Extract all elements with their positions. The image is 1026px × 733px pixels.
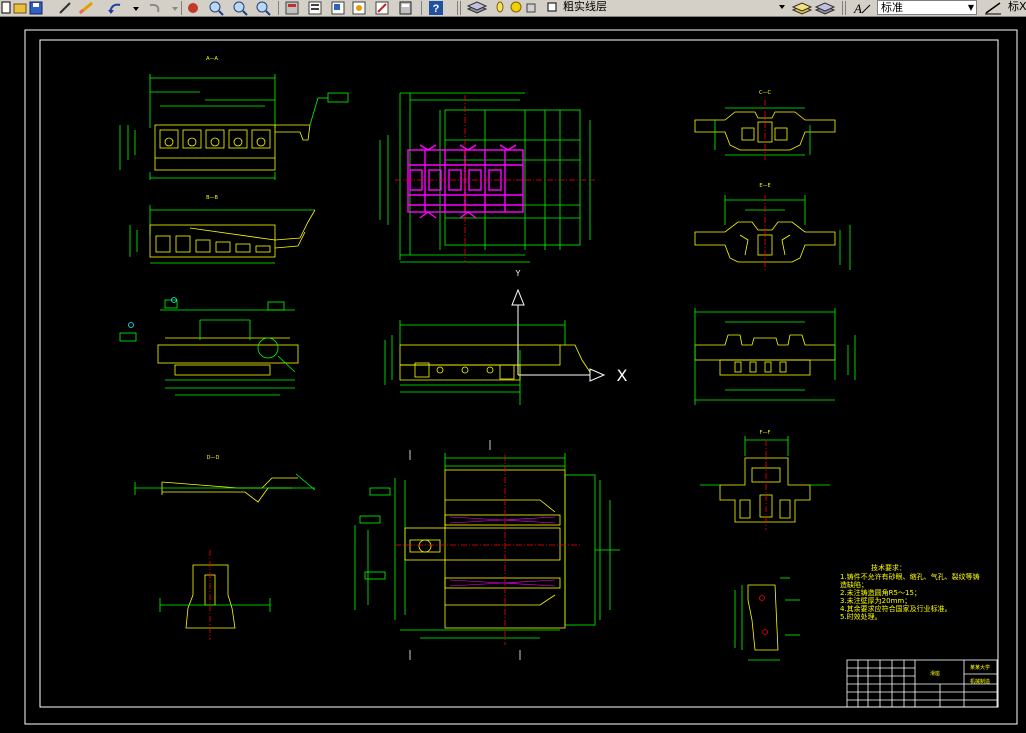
- section-bb-view: B—B: [129, 195, 316, 264]
- pan-icon[interactable]: [188, 3, 198, 13]
- dim-style-combo[interactable]: 标X: [1006, 0, 1026, 15]
- tech-req-line-5: 4.其余要求应符合国家及行业标准。: [840, 604, 952, 613]
- properties-icon[interactable]: [285, 1, 299, 15]
- cad-toolbar: ? A 粗实线层 标准 ▼ 标X: [0, 0, 1026, 17]
- front-elevation-view: [119, 297, 299, 396]
- text-style-combo-value: 标准: [881, 1, 903, 14]
- sheet-set-icon[interactable]: [352, 1, 366, 15]
- tool-palette-icon[interactable]: [331, 1, 345, 15]
- open-icon[interactable]: [13, 3, 27, 14]
- title-block: 滑座 某某大学 机械制造: [846, 659, 998, 708]
- ucs-x-label: X: [617, 366, 628, 385]
- save-icon[interactable]: [29, 1, 43, 15]
- tech-req-line-1: 1.铸件不允许有砂眼、缩孔、气孔、裂纹等铸: [840, 572, 980, 581]
- section-ff-label: F—F: [760, 430, 771, 436]
- cad-drawing[interactable]: A—A B—B D—D X Y C—C E—E F—F 技术要求： 1.铸件不允…: [0, 17, 1026, 733]
- layer-freeze-icon[interactable]: [510, 1, 522, 13]
- pen-icon[interactable]: [59, 2, 71, 14]
- title-block-school: 某某大学: [970, 664, 990, 671]
- text-style-combo[interactable]: 标准 ▼: [877, 0, 977, 15]
- section-dd-view: D—D: [134, 455, 316, 503]
- zoom-previous-icon[interactable]: [256, 1, 271, 16]
- detail-view-right: [734, 577, 800, 661]
- tech-req-line-6: 5.时效处理。: [840, 612, 882, 621]
- design-center-icon[interactable]: [308, 1, 322, 15]
- zoom-window-icon[interactable]: [233, 1, 248, 16]
- ucs-y-label: Y: [515, 269, 521, 278]
- technical-requirements: 技术要求： 1.铸件不允许有砂眼、缩孔、气孔、裂纹等铸 造缺陷； 2.未注铸造圆…: [840, 563, 980, 621]
- section-aa-view: A—A: [119, 56, 349, 180]
- layer-color-icon[interactable]: [547, 2, 557, 12]
- pencil-icon[interactable]: [78, 1, 93, 15]
- section-cc-view: C—C: [694, 90, 836, 160]
- section-bb-label: B—B: [206, 195, 218, 201]
- undo-icon[interactable]: [108, 3, 139, 14]
- tech-req-line-3: 2.未注铸造圆角R5～15；: [840, 588, 921, 597]
- markup-icon[interactable]: [375, 1, 389, 15]
- center-front-view: [384, 320, 591, 405]
- text-style-icon[interactable]: A: [853, 1, 871, 16]
- new-icon[interactable]: [1, 1, 11, 14]
- layer-combo[interactable]: 粗实线层: [557, 0, 790, 15]
- section-ee-label: E—E: [759, 183, 770, 189]
- section-dd-label: D—D: [207, 455, 220, 461]
- tech-req-line-2: 造缺陷；: [840, 580, 868, 589]
- toolbar-icons: ? A: [1, 1, 1001, 16]
- title-block-drawing-no: 机械制造: [970, 678, 990, 685]
- layer-manager-icon[interactable]: [466, 1, 488, 14]
- section-ff-view: F—F: [700, 430, 830, 530]
- svg-text:?: ?: [433, 3, 440, 15]
- layer-on-icon[interactable]: [496, 1, 504, 13]
- svg-text:A: A: [853, 1, 862, 16]
- layer-lock-icon[interactable]: [526, 3, 536, 13]
- section-cc-label: C—C: [759, 90, 771, 96]
- layer-combo-value: 粗实线层: [563, 0, 607, 13]
- zoom-realtime-icon[interactable]: [209, 1, 224, 16]
- title-block-name: 滑座: [930, 670, 940, 677]
- dim-style-combo-value: 标X: [1008, 0, 1026, 13]
- section-ee-view: E—E: [694, 183, 851, 270]
- layer-previous-icon[interactable]: [814, 2, 836, 15]
- calculator-icon[interactable]: [399, 1, 412, 15]
- tech-req-title: 技术要求：: [871, 563, 906, 572]
- bottom-plan-view: [354, 440, 620, 660]
- detail-view-left: [159, 550, 271, 640]
- dim-style-icon[interactable]: [985, 2, 1001, 15]
- redo-icon[interactable]: [149, 3, 178, 13]
- top-plan-view: [379, 92, 595, 263]
- chevron-down-icon[interactable]: ▼: [968, 2, 974, 14]
- tech-req-line-4: 3.未注壁厚为20mm；: [840, 596, 911, 605]
- drawing-canvas[interactable]: A—A B—B D—D X Y C—C E—E F—F 技术要求： 1.铸件不允…: [0, 17, 1026, 733]
- help-icon[interactable]: ?: [429, 1, 443, 15]
- section-aa-label: A—A: [206, 56, 218, 62]
- ucs-icon: X Y: [511, 269, 628, 385]
- make-object-layer-current-icon[interactable]: [791, 2, 813, 15]
- side-view: [694, 308, 856, 405]
